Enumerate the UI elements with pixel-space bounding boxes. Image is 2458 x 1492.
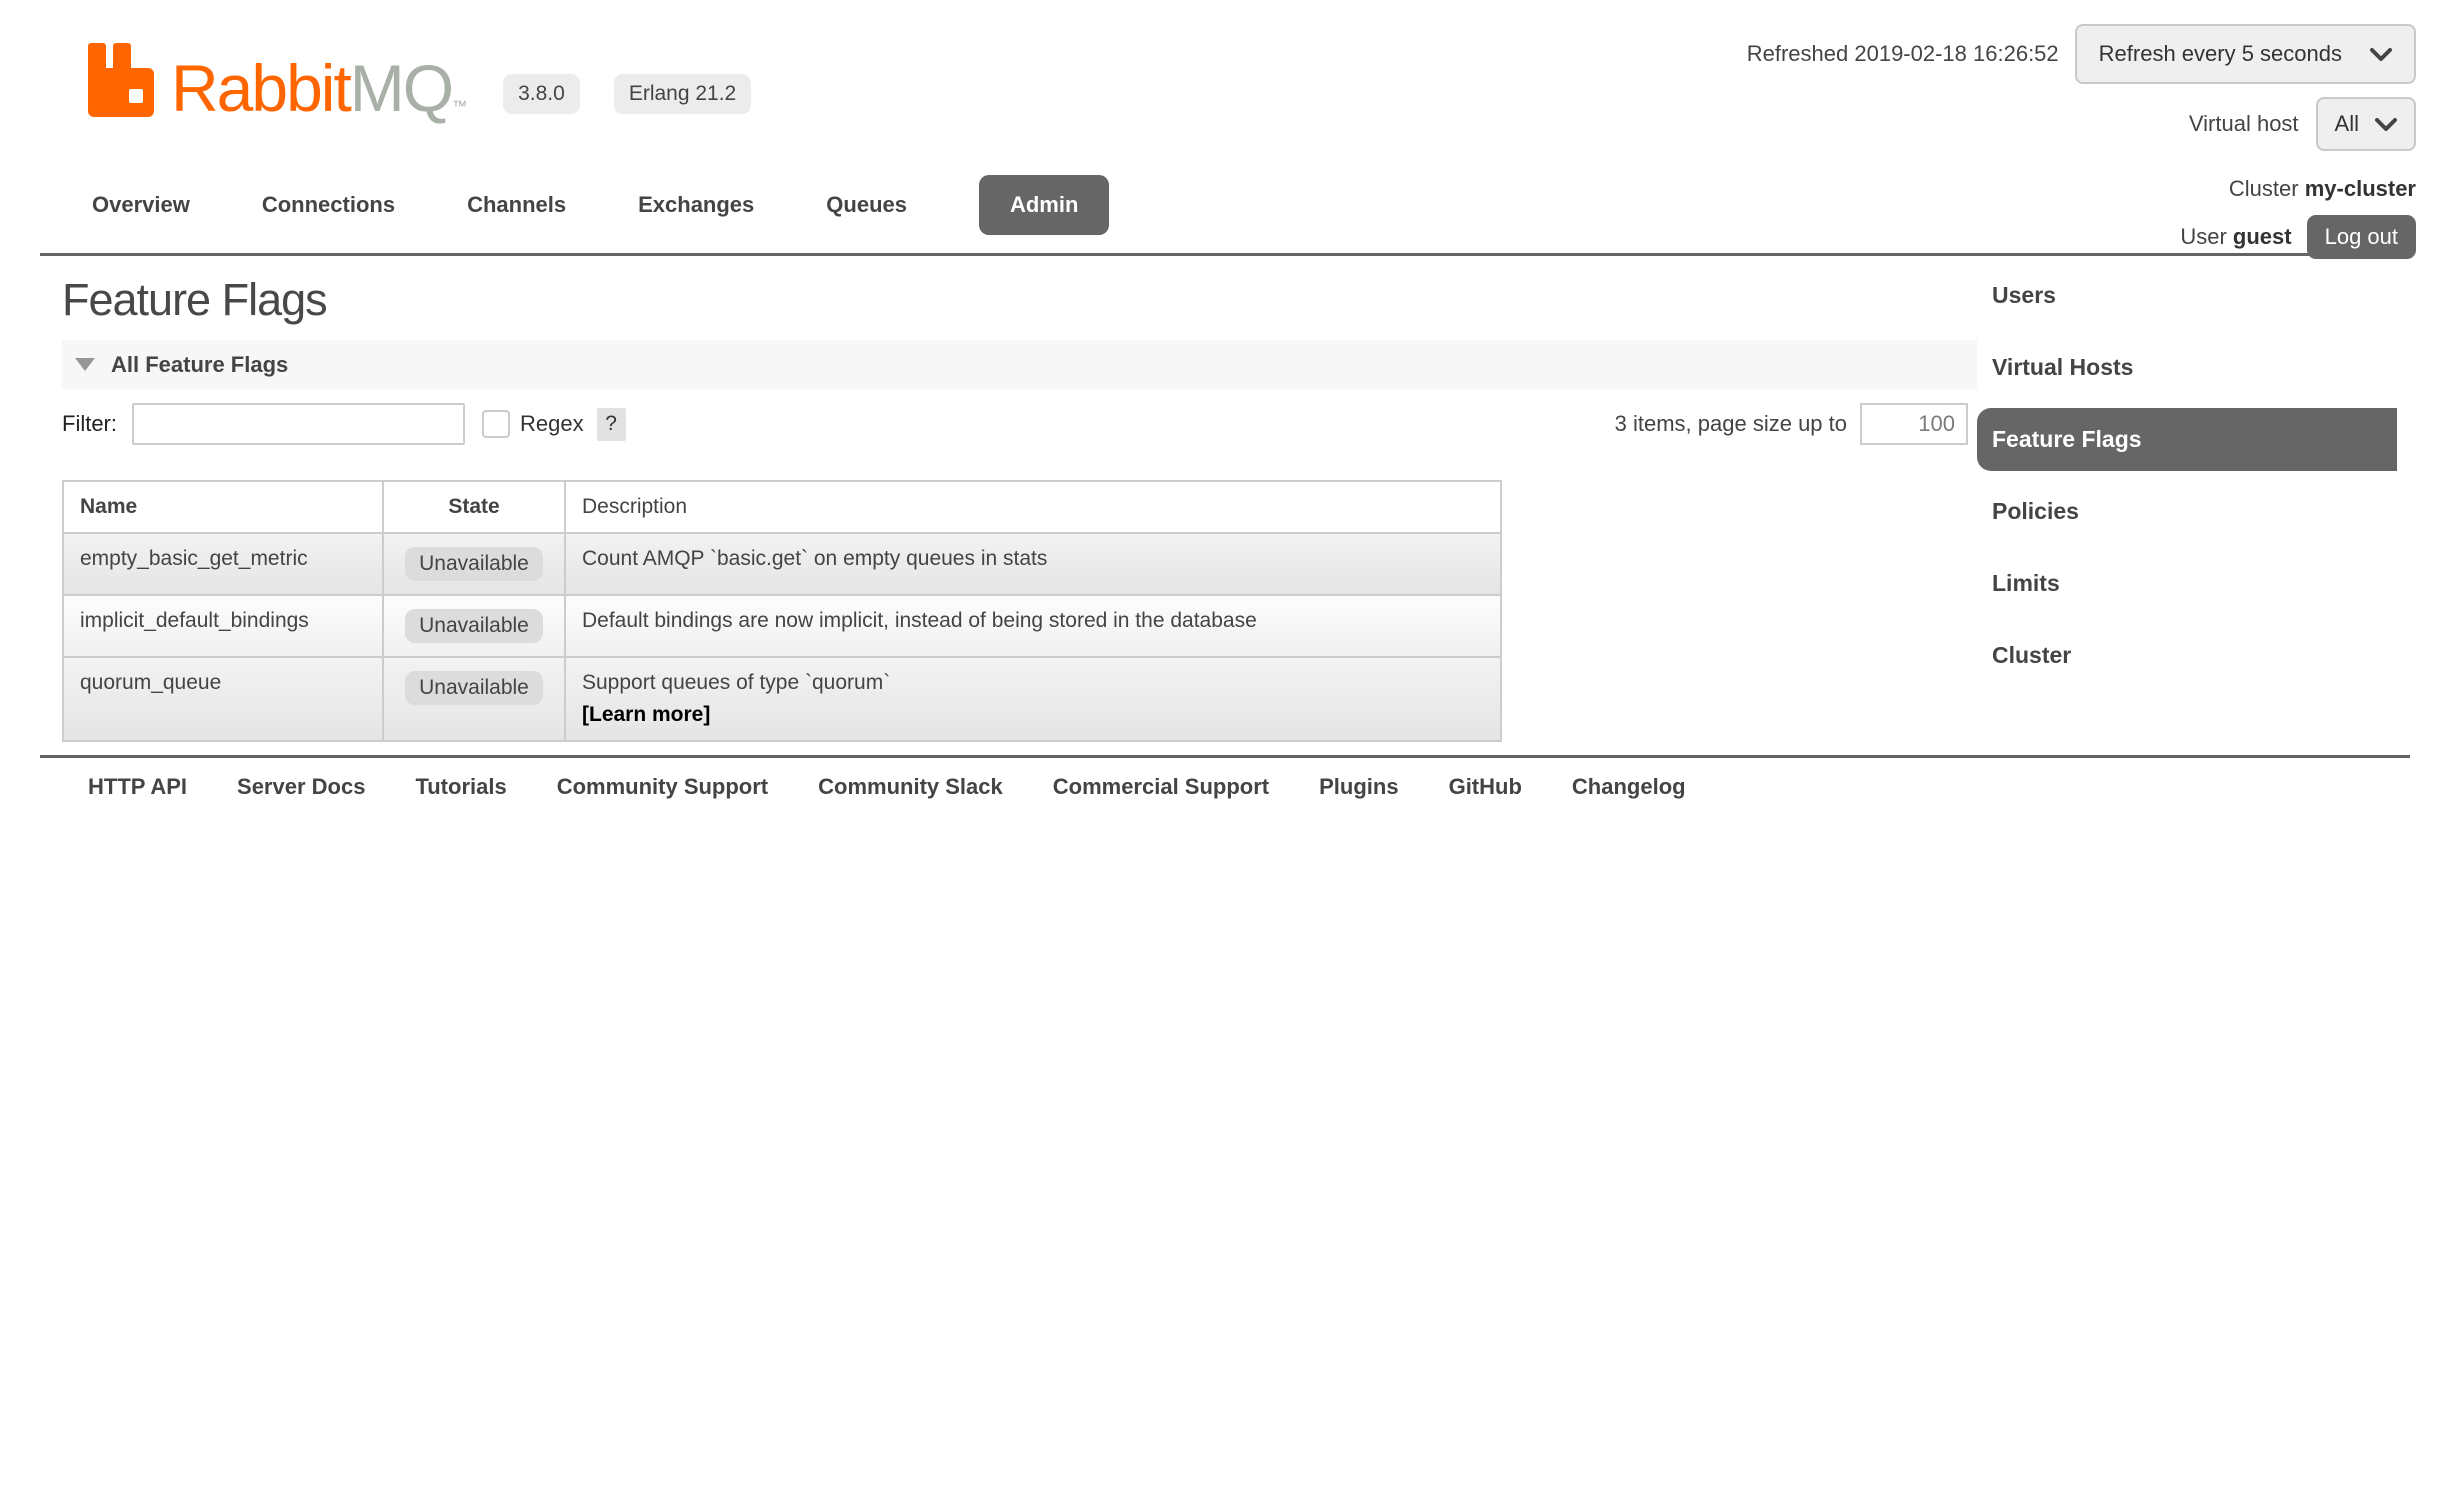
- footer-link-community-support[interactable]: Community Support: [557, 774, 768, 800]
- footer-link-http-api[interactable]: HTTP API: [88, 774, 187, 800]
- status-badge: Unavailable: [405, 671, 543, 705]
- collapse-triangle-icon: [75, 358, 95, 371]
- main-nav: Overview Connections Channels Exchanges …: [92, 175, 1109, 235]
- cluster-info: Cluster my-cluster: [2229, 176, 2416, 202]
- main-content: Feature Flags All Feature Flags Filter: …: [0, 256, 1977, 742]
- tab-connections[interactable]: Connections: [262, 192, 395, 218]
- tab-exchanges[interactable]: Exchanges: [638, 192, 754, 218]
- regex-checkbox[interactable]: [482, 410, 510, 438]
- virtual-host-label: Virtual host: [2189, 111, 2299, 137]
- version-badges: 3.8.0 Erlang 21.2: [503, 74, 751, 114]
- virtual-host-row: Virtual host All: [2189, 97, 2416, 151]
- learn-more-link[interactable]: [Learn more]: [582, 703, 710, 727]
- filter-bar: Filter: Regex ? 3 items, page size up to: [62, 402, 1977, 446]
- sidebar-item-cluster[interactable]: Cluster: [1977, 624, 2397, 687]
- status-badge: Unavailable: [405, 547, 543, 581]
- flag-description: Count AMQP `basic.get` on empty queues i…: [565, 533, 1501, 595]
- pagination: 3 items, page size up to: [1615, 403, 1968, 445]
- tab-queues[interactable]: Queues: [826, 192, 907, 218]
- filter-label: Filter:: [62, 411, 117, 437]
- footer-link-server-docs[interactable]: Server Docs: [237, 774, 365, 800]
- column-header-description: Description: [565, 481, 1501, 533]
- column-header-name: Name: [63, 481, 383, 533]
- page-title: Feature Flags: [62, 275, 1977, 325]
- rabbitmq-wordmark: RabbitMQ™: [171, 57, 467, 120]
- refresh-interval-select[interactable]: Refresh every 5 seconds: [2075, 24, 2416, 84]
- user-info: User guest Log out: [2180, 215, 2416, 259]
- items-count-text: 3 items, page size up to: [1615, 411, 1847, 437]
- cluster-name: my-cluster: [2305, 176, 2416, 201]
- flag-description: Support queues of type `quorum`: [582, 671, 890, 694]
- table-header-row: Name State Description: [63, 481, 1501, 533]
- footer-link-changelog[interactable]: Changelog: [1572, 774, 1686, 800]
- footer-link-commercial-support[interactable]: Commercial Support: [1053, 774, 1269, 800]
- flag-name: empty_basic_get_metric: [63, 533, 383, 595]
- content-area: Feature Flags All Feature Flags Filter: …: [0, 256, 2458, 742]
- footer-link-github[interactable]: GitHub: [1449, 774, 1522, 800]
- admin-sidebar: Users Virtual Hosts Feature Flags Polici…: [1977, 256, 2458, 696]
- sidebar-item-limits[interactable]: Limits: [1977, 552, 2397, 615]
- all-feature-flags-section-toggle[interactable]: All Feature Flags: [62, 340, 1977, 389]
- footer-links: HTTP API Server Docs Tutorials Community…: [0, 758, 2458, 800]
- trademark-symbol: ™: [452, 98, 467, 115]
- server-version-badge: 3.8.0: [503, 74, 580, 114]
- page-footer: HTTP API Server Docs Tutorials Community…: [0, 755, 2458, 800]
- column-header-state: State: [383, 481, 565, 533]
- page-header: RabbitMQ™ 3.8.0 Erlang 21.2 Refreshed 20…: [0, 0, 2458, 253]
- tab-channels[interactable]: Channels: [467, 192, 566, 218]
- flag-description: Default bindings are now implicit, inste…: [565, 595, 1501, 657]
- feature-flags-table: Name State Description empty_basic_get_m…: [62, 480, 1502, 742]
- page-size-input[interactable]: [1860, 403, 1968, 445]
- chevron-down-icon: [2375, 118, 2397, 131]
- flag-name: implicit_default_bindings: [63, 595, 383, 657]
- user-name: guest: [2233, 224, 2292, 249]
- tab-overview[interactable]: Overview: [92, 192, 190, 218]
- refreshed-timestamp: Refreshed 2019-02-18 16:26:52: [1747, 41, 2059, 67]
- table-row: empty_basic_get_metric Unavailable Count…: [63, 533, 1501, 595]
- section-title: All Feature Flags: [111, 352, 288, 378]
- sidebar-item-users[interactable]: Users: [1977, 264, 2397, 327]
- footer-link-plugins[interactable]: Plugins: [1319, 774, 1398, 800]
- rabbitmq-logo[interactable]: RabbitMQ™ 3.8.0 Erlang 21.2: [85, 40, 751, 120]
- tab-admin[interactable]: Admin: [979, 175, 1109, 235]
- virtual-host-select[interactable]: All: [2316, 97, 2416, 151]
- flag-name: quorum_queue: [63, 657, 383, 741]
- regex-label: Regex: [520, 411, 584, 437]
- filter-input[interactable]: [132, 403, 465, 445]
- filter-help-icon[interactable]: ?: [597, 408, 626, 441]
- footer-link-tutorials[interactable]: Tutorials: [415, 774, 506, 800]
- footer-link-community-slack[interactable]: Community Slack: [818, 774, 1003, 800]
- sidebar-item-policies[interactable]: Policies: [1977, 480, 2397, 543]
- logout-button[interactable]: Log out: [2307, 215, 2416, 259]
- erlang-version-badge: Erlang 21.2: [614, 74, 751, 114]
- sidebar-item-feature-flags[interactable]: Feature Flags: [1977, 408, 2397, 471]
- status-badge: Unavailable: [405, 609, 543, 643]
- header-controls: Refreshed 2019-02-18 16:26:52 Refresh ev…: [1747, 24, 2416, 259]
- refresh-row: Refreshed 2019-02-18 16:26:52 Refresh ev…: [1747, 24, 2416, 84]
- table-row: implicit_default_bindings Unavailable De…: [63, 595, 1501, 657]
- rabbitmq-rabbit-icon: [85, 40, 157, 120]
- chevron-down-icon: [2370, 48, 2392, 61]
- sidebar-item-virtual-hosts[interactable]: Virtual Hosts: [1977, 336, 2397, 399]
- table-row: quorum_queue Unavailable Support queues …: [63, 657, 1501, 741]
